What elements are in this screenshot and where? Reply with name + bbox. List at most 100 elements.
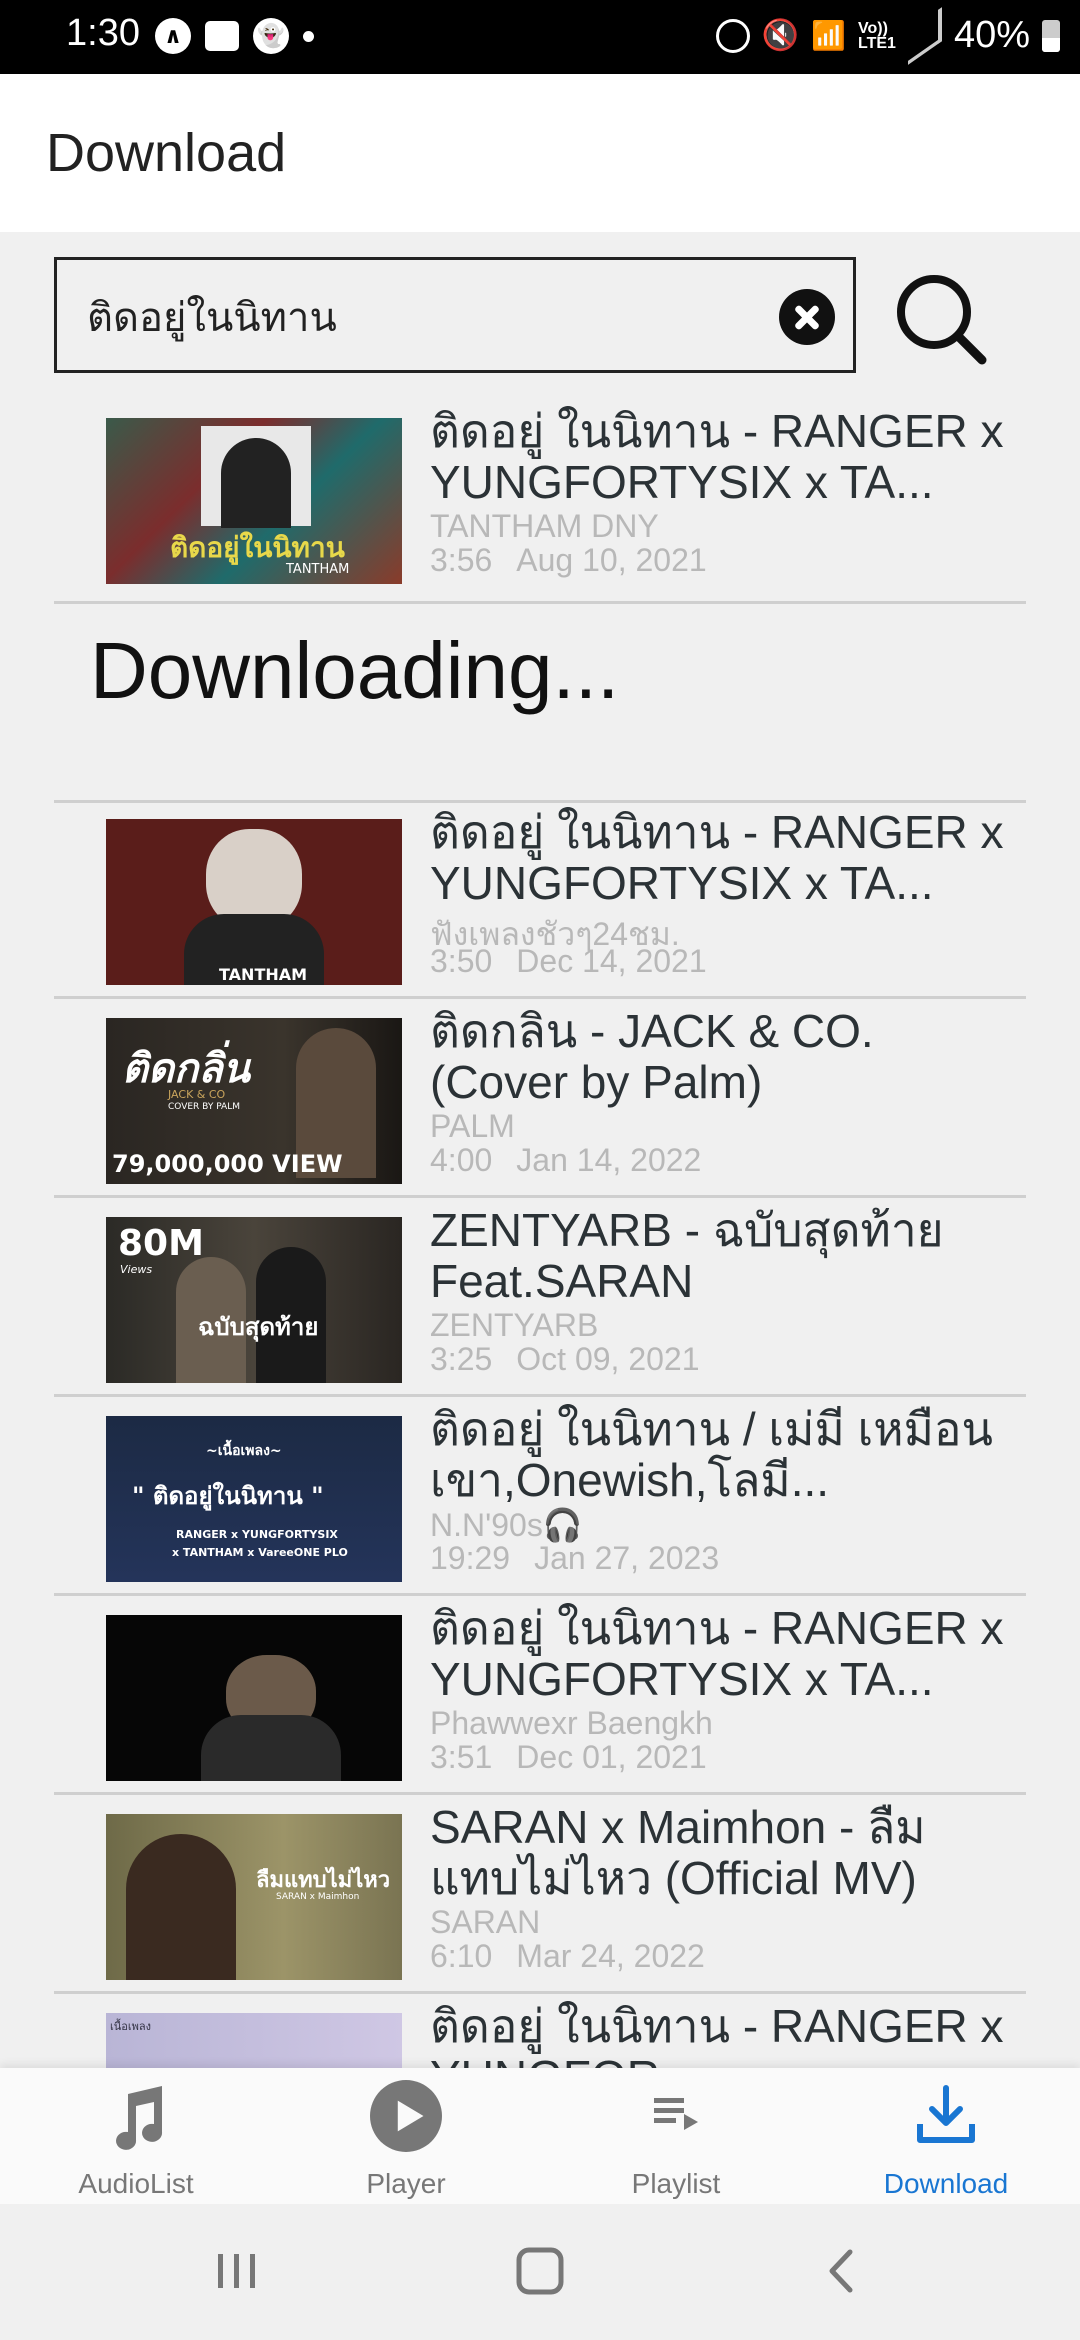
clear-icon[interactable] <box>779 289 835 345</box>
nav-player[interactable]: Player <box>271 2068 541 2204</box>
item-channel: ZENTYARB <box>430 1307 599 1343</box>
nav-download[interactable]: Download <box>811 2068 1080 2204</box>
thumbnail-subtitle-text: " ติดอยู่ในนิทาน " <box>132 1482 324 1510</box>
app-header: Download <box>0 74 1080 232</box>
battery-percent: 40% <box>953 14 1030 56</box>
thumbnail-credit-text: RANGER x YUNGFORTYSIX <box>176 1528 338 1541</box>
item-meta: 3:56 Aug 10, 2021 <box>430 542 707 579</box>
list-item[interactable]: 80M Views ฉบับสุดท้าย ZENTYARB - ฉบับสุด… <box>54 1199 1026 1397</box>
item-channel: Phawwexr Baengkh <box>430 1705 713 1741</box>
recent-apps-icon[interactable] <box>212 2246 262 2296</box>
list-item[interactable]: ติดกลิ่น JACK & CO COVER BY PALM 79,000,… <box>54 1000 1026 1198</box>
item-meta: 3:50 Dec 14, 2021 <box>430 943 707 980</box>
item-title: ติดอยู่ ในนิทาน / เม่มี เหมือนเขา,Onewis… <box>430 1404 993 1506</box>
item-channel: SARAN <box>430 1904 541 1940</box>
item-duration: 3:51 <box>430 1739 493 1775</box>
downloading-status: Downloading... <box>90 626 620 715</box>
home-icon[interactable] <box>515 2246 565 2296</box>
snapchat-notification-icon: 👻 <box>253 18 289 54</box>
back-icon[interactable] <box>818 2246 868 2296</box>
item-title: ติดอยู่ ในนิทาน - RANGER x YUNGFORTYSIX … <box>430 807 1004 909</box>
item-title: ติดอยู่ ในนิทาน - RANGER x YUNGFORTYSIX … <box>430 406 1004 508</box>
list-item[interactable]: ลืมแทบไม่ไหว SARAN x Maimhon SARAN x Mai… <box>54 1796 1026 1994</box>
video-thumbnail: TANTHAM <box>106 819 402 985</box>
nav-label: AudioList <box>78 2168 194 2199</box>
item-channel: TANTHAM DNY <box>430 508 659 544</box>
system-navigation-bar <box>0 2204 1080 2340</box>
thumbnail-subtitle-text: Views <box>120 1263 153 1276</box>
item-date: Mar 24, 2022 <box>516 1938 705 1974</box>
item-duration: 4:00 <box>430 1142 493 1178</box>
item-title: ติดอยู่ ในนิทาน - RANGER x YUNGFOR... <box>430 2001 1004 2068</box>
thumbnail-title-text: TANTHAM <box>219 965 308 984</box>
network-lte-label: LTE1 <box>858 34 896 52</box>
video-thumbnail: 80M Views ฉบับสุดท้าย <box>106 1217 402 1383</box>
thumbnail-credit-text: ฉบับสุดท้าย <box>198 1313 319 1341</box>
thumbnail-credit-text: x TANTHAM x VareeONE PLO <box>172 1546 348 1559</box>
list-item[interactable]: เนื้อเพลง ติดอยู่ ในนิทาน - RANGER x YUN… <box>54 1995 1026 2068</box>
item-title: ZENTYARB - ฉบับสุดท้าย Feat.SARAN <box>430 1205 944 1307</box>
item-date: Jan 14, 2022 <box>516 1142 702 1178</box>
thumbnail-title-text: เนื้อเพลง <box>110 2020 152 2033</box>
thumbnail-subtitle-text: JACK & CO <box>168 1088 226 1101</box>
item-channel: N.N'90s🎧 <box>430 1507 583 1543</box>
search-icon[interactable] <box>890 268 994 372</box>
item-duration: 3:56 <box>430 542 493 578</box>
search-box <box>54 257 856 373</box>
signal-icon <box>907 6 942 65</box>
video-thumbnail: ติดกลิ่น JACK & CO COVER BY PALM 79,000,… <box>106 1018 402 1184</box>
download-icon <box>917 2085 975 2143</box>
network-type: Vo)) LTE1 <box>858 19 896 52</box>
item-date: Dec 14, 2021 <box>516 943 707 979</box>
page-title: Download <box>46 123 287 183</box>
thumbnail-title-text: 80M <box>118 1223 204 1264</box>
list-item[interactable]: ~เนื้อเพลง~ " ติดอยู่ในนิทาน " RANGER x … <box>54 1398 1026 1596</box>
item-duration: 3:50 <box>430 943 493 979</box>
item-title: ติดกลิ่น - JACK & CO. (Cover by Palm) <box>430 1006 874 1108</box>
video-thumbnail: ~เนื้อเพลง~ " ติดอยู่ในนิทาน " RANGER x … <box>106 1416 402 1582</box>
item-date: Aug 10, 2021 <box>516 542 707 578</box>
item-duration: 6:10 <box>430 1938 493 1974</box>
mute-icon: 🔇 <box>761 18 800 53</box>
playlist-icon <box>654 2098 698 2130</box>
video-thumbnail <box>106 1615 402 1781</box>
wifi-icon: 📶 <box>811 19 846 52</box>
item-channel: PALM <box>430 1108 515 1144</box>
gallery-notification-icon <box>205 21 239 51</box>
video-thumbnail: ติดอยู่ในนิทาน TANTHAM <box>106 418 402 584</box>
thumbnail-credit-text: COVER BY PALM <box>168 1102 240 1112</box>
item-meta: 3:25 Oct 09, 2021 <box>430 1341 700 1378</box>
alarm-icon <box>715 18 750 53</box>
more-notifications-icon <box>303 30 314 42</box>
nav-label: Playlist <box>631 2168 721 2199</box>
nav-playlist[interactable]: Playlist <box>541 2068 811 2204</box>
bottom-navigation: AudioList Player Playlist Download <box>0 2068 1080 2204</box>
list-item[interactable]: ติดอยู่ในนิทาน TANTHAM ติดอยู่ ในนิทาน -… <box>54 400 1026 604</box>
nav-label: Player <box>366 2168 446 2199</box>
item-duration: 3:25 <box>430 1341 493 1377</box>
thumbnail-subtitle-text: TANTHAM <box>286 562 350 577</box>
item-title: SARAN x Maimhon - ลืมแทบไม่ไหว (Official… <box>430 1802 926 1904</box>
thumbnail-views-text: 79,000,000 VIEW <box>112 1150 343 1178</box>
search-input[interactable] <box>85 290 739 344</box>
item-date: Jan 27, 2023 <box>534 1540 720 1576</box>
battery-icon <box>1042 19 1060 52</box>
nav-audiolist[interactable]: AudioList <box>1 2068 271 2204</box>
item-meta: 4:00 Jan 14, 2022 <box>430 1142 701 1179</box>
item-duration: 19:29 <box>430 1540 511 1576</box>
item-meta: 6:10 Mar 24, 2022 <box>430 1938 705 1975</box>
item-title: ติดอยู่ ในนิทาน - RANGER x YUNGFORTYSIX … <box>430 1603 1004 1705</box>
nav-label: Download <box>883 2168 1009 2199</box>
status-bar: 1:30 ∧ 👻 🔇 📶 Vo)) LTE1 40% <box>0 0 1080 74</box>
list-item[interactable]: TANTHAM ติดอยู่ ในนิทาน - RANGER x YUNGF… <box>54 801 1026 999</box>
item-meta: 3:51 Dec 01, 2021 <box>430 1739 707 1776</box>
item-date: Oct 09, 2021 <box>516 1341 700 1377</box>
network-volte-label: Vo)) <box>858 19 888 37</box>
item-meta: 19:29 Jan 27, 2023 <box>430 1540 719 1577</box>
video-thumbnail: ลืมแทบไม่ไหว SARAN x Maimhon <box>106 1814 402 1980</box>
play-circle-icon <box>370 2080 442 2152</box>
item-date: Dec 01, 2021 <box>516 1739 707 1775</box>
music-note-icon <box>116 2086 163 2150</box>
thumbnail-subtitle-text: SARAN x Maimhon <box>276 1892 360 1902</box>
list-item[interactable]: ติดอยู่ ในนิทาน - RANGER x YUNGFORTYSIX … <box>54 1597 1026 1795</box>
